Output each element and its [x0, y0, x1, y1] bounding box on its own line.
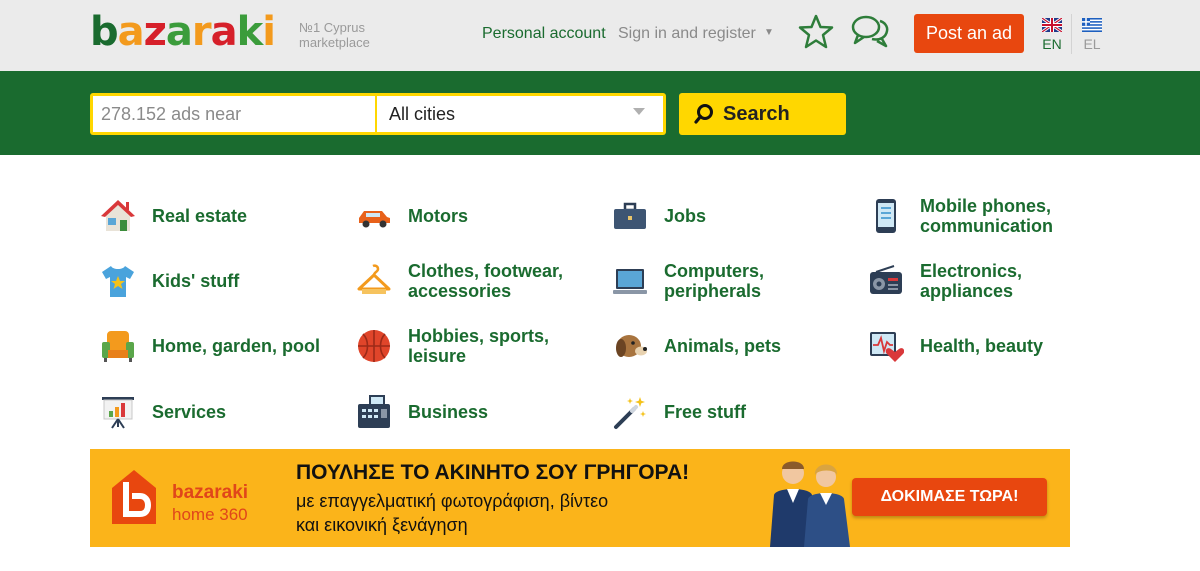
- category-health[interactable]: Health, beauty: [868, 321, 1110, 371]
- category-animals[interactable]: Animals, pets: [612, 321, 854, 371]
- greece-flag-icon: [1082, 18, 1102, 32]
- post-ad-button[interactable]: Post an ad: [914, 14, 1024, 53]
- banner-headline: ΠΟΥΛΗΣΕ ΤΟ ΑΚΙΝΗΤΟ ΣΟΥ ΓΡΗΓΟΡΑ!: [296, 461, 690, 484]
- category-label: Jobs: [664, 206, 707, 226]
- search-input[interactable]: [93, 96, 375, 132]
- category-label: Free stuff: [664, 402, 747, 422]
- language-el-label: EL: [1083, 36, 1101, 52]
- favorites-star-icon[interactable]: [798, 14, 834, 50]
- banner-text-line-1: με επαγγελματική φωτογράφιση, βίντεο: [296, 491, 609, 511]
- hanger-icon: [357, 264, 391, 294]
- personal-account-link[interactable]: Personal account: [482, 25, 606, 43]
- category-label: Services: [152, 402, 227, 422]
- search-icon: [694, 104, 713, 124]
- category-label: Mobile phones, communication: [920, 196, 1054, 236]
- logo-letter: a: [165, 9, 193, 55]
- category-label: Home, garden, pool: [152, 336, 321, 356]
- category-label: Animals, pets: [664, 336, 782, 356]
- heart-monitor-icon: [870, 332, 904, 362]
- home360-logo-icon: [112, 470, 156, 524]
- category-real-estate[interactable]: Real estate: [100, 191, 342, 241]
- category-label: Real estate: [152, 206, 248, 226]
- search-button[interactable]: Search: [679, 93, 846, 135]
- search-band: All cities Search: [0, 71, 1200, 155]
- sign-in-register-link[interactable]: Sign in and register: [618, 25, 756, 43]
- category-free-stuff[interactable]: Free stuff: [612, 387, 854, 437]
- uk-flag-icon: [1042, 18, 1062, 32]
- house-icon: [101, 200, 135, 231]
- tagline-line-2: marketplace: [299, 35, 370, 50]
- banner-subbrand: home 360: [172, 505, 248, 524]
- category-mobile-phones[interactable]: Mobile phones, communication: [868, 191, 1110, 241]
- try-now-button[interactable]: ΔΟΚΙΜΑΣΕ ΤΩΡΑ!: [852, 478, 1047, 516]
- armchair-icon: [102, 331, 134, 362]
- category-computers[interactable]: Computers, peripherals: [612, 256, 854, 306]
- category-clothes[interactable]: Clothes, footwear, accessories: [356, 256, 598, 306]
- cash-register-icon: [358, 395, 390, 428]
- search-button-label: Search: [723, 102, 790, 125]
- language-el[interactable]: EL: [1080, 18, 1104, 52]
- chevron-down-icon: [633, 108, 645, 115]
- logo-letter: a: [210, 9, 238, 55]
- logo-letter: b: [90, 9, 119, 55]
- category-motors[interactable]: Motors: [356, 191, 598, 241]
- promo-banner[interactable]: bazaraki home 360 ΠΟΥΛΗΣΕ ΤΟ ΑΚΙΝΗΤΟ ΣΟΥ…: [90, 449, 1070, 547]
- category-business[interactable]: Business: [356, 387, 598, 437]
- category-label: Health, beauty: [920, 336, 1044, 356]
- category-home-garden[interactable]: Home, garden, pool: [100, 321, 342, 371]
- category-kids-stuff[interactable]: Kids' stuff: [100, 256, 342, 306]
- banner-text-line-2: και εικονική ξενάγηση: [296, 515, 468, 535]
- logo-letter: k: [236, 9, 264, 55]
- logo-letter: a: [117, 9, 145, 55]
- logo-letter: i: [262, 9, 276, 55]
- category-label: Electronics, appliances: [920, 261, 1023, 301]
- language-en[interactable]: EN: [1040, 18, 1064, 52]
- chevron-down-icon[interactable]: ▼: [764, 27, 774, 38]
- logo-letter: r: [191, 9, 212, 55]
- radio-icon: [870, 265, 902, 294]
- agents-illustration: [770, 461, 850, 547]
- category-jobs[interactable]: Jobs: [612, 191, 854, 241]
- category-label: Computers, peripherals: [664, 261, 765, 301]
- kids-tshirt-icon: [102, 266, 134, 297]
- tagline-line-1: №1 Cyprus: [299, 20, 365, 35]
- presentation-board-icon: [102, 397, 134, 429]
- category-hobbies[interactable]: Hobbies, sports, leisure: [356, 321, 598, 371]
- language-divider: [1071, 14, 1072, 54]
- messages-chat-icon[interactable]: [850, 13, 890, 51]
- car-icon: [359, 211, 390, 228]
- category-label: Hobbies, sports, leisure: [408, 326, 550, 366]
- category-label: Motors: [408, 206, 468, 226]
- dog-icon: [616, 335, 647, 357]
- briefcase-icon: [614, 202, 646, 229]
- banner-brand: bazaraki: [172, 482, 249, 503]
- category-label: Kids' stuff: [152, 271, 240, 291]
- city-select-value: All cities: [389, 103, 456, 124]
- bazaraki-logo[interactable]: bazaraki: [90, 9, 276, 55]
- category-label: Clothes, footwear, accessories: [408, 261, 564, 301]
- magic-wand-icon: [614, 397, 646, 429]
- laptop-icon: [613, 269, 647, 294]
- logo-tagline: №1 Cyprus marketplace: [299, 20, 370, 50]
- category-electronics[interactable]: Electronics, appliances: [868, 256, 1110, 306]
- logo-letter: z: [143, 9, 167, 55]
- category-services[interactable]: Services: [100, 387, 342, 437]
- search-box: All cities: [90, 93, 666, 135]
- language-en-label: EN: [1042, 36, 1062, 52]
- mobile-phone-icon: [876, 199, 896, 233]
- top-header: bazaraki №1 Cyprus marketplace Personal …: [0, 0, 1200, 71]
- category-label: Business: [408, 402, 489, 422]
- basketball-icon: [358, 330, 390, 362]
- city-select[interactable]: All cities: [377, 96, 663, 132]
